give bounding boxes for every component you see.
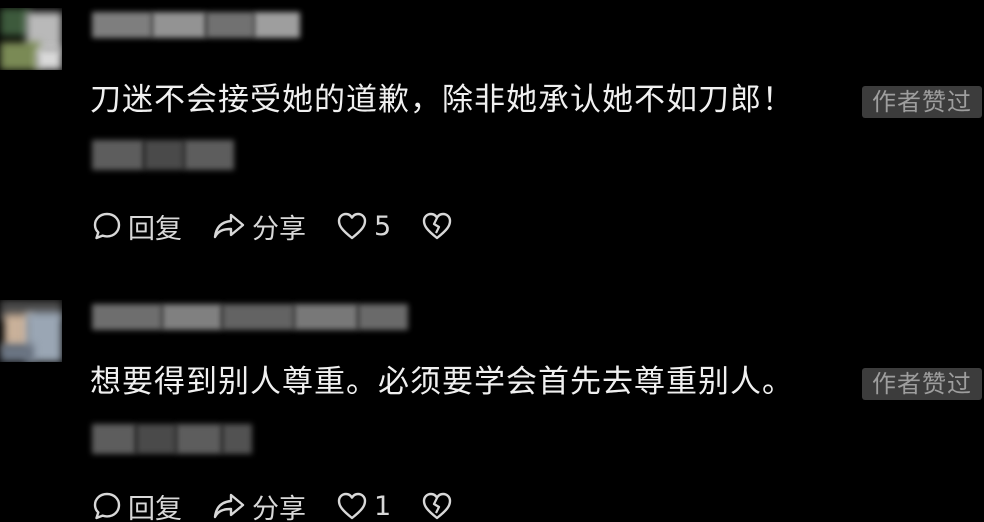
share-label: 分享 <box>252 213 306 245</box>
share-arrow-icon <box>212 211 246 241</box>
comment-meta <box>92 140 234 170</box>
comment-actions: 回复 分享 5 <box>92 207 483 246</box>
reply-bubble-icon <box>92 211 122 241</box>
comment-text: 刀迷不会接受她的道歉，除非她承认她不如刀郎！ <box>90 82 794 118</box>
reply-button[interactable]: 回复 <box>92 487 182 522</box>
like-button[interactable]: 5 <box>336 211 391 242</box>
like-button[interactable]: 1 <box>336 491 391 522</box>
username[interactable] <box>92 12 300 38</box>
comment-text: 想要得到别人尊重。必须要学会首先去尊重别人。 <box>90 364 794 400</box>
comment-actions: 回复 分享 1 <box>92 488 483 522</box>
reply-label: 回复 <box>128 493 182 522</box>
broken-heart-icon <box>421 211 453 241</box>
like-count: 5 <box>374 210 392 242</box>
avatar[interactable] <box>0 8 62 70</box>
comment-meta <box>92 424 252 454</box>
heart-icon <box>336 211 368 241</box>
like-count: 1 <box>374 490 392 522</box>
reply-bubble-icon <box>92 491 122 521</box>
share-button[interactable]: 分享 <box>212 207 306 246</box>
share-button[interactable]: 分享 <box>212 487 306 522</box>
dislike-button[interactable] <box>421 211 453 241</box>
reply-button[interactable]: 回复 <box>92 207 182 246</box>
reply-label: 回复 <box>128 213 182 245</box>
author-liked-badge: 作者赞过 <box>862 86 982 118</box>
heart-icon <box>336 491 368 521</box>
dislike-button[interactable] <box>421 491 453 521</box>
broken-heart-icon <box>421 491 453 521</box>
avatar[interactable] <box>0 300 62 362</box>
share-arrow-icon <box>212 491 246 521</box>
username[interactable] <box>92 304 408 330</box>
share-label: 分享 <box>252 493 306 522</box>
author-liked-badge: 作者赞过 <box>862 368 982 400</box>
